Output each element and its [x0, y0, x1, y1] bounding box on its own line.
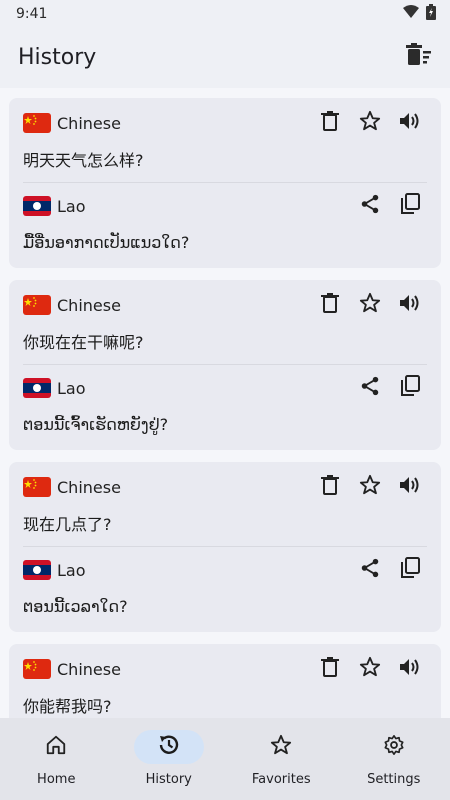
status-bar: 9:41: [0, 0, 450, 28]
share-icon: [359, 375, 381, 401]
nav-label-history: History: [145, 772, 192, 787]
nav-label-home: Home: [37, 772, 76, 787]
delete-button[interactable]: [313, 288, 347, 322]
delete-button[interactable]: [313, 470, 347, 504]
history-card: Chinese 你现在在干嘛呢? Lao ຕອນນີ້ເຈົ້າເຮັດຫຍັງ…: [9, 280, 441, 450]
source-row: Chinese: [23, 470, 427, 504]
nav-label-favorites: Favorites: [251, 772, 311, 787]
divider: [23, 182, 427, 183]
history-icon: [157, 733, 181, 761]
star-icon: [270, 734, 292, 760]
nav-icon-container: [359, 730, 429, 764]
share-button[interactable]: [353, 371, 387, 405]
favorite-button[interactable]: [353, 470, 387, 504]
speak-button[interactable]: [393, 106, 427, 140]
copy-icon: [400, 375, 420, 401]
target-language-label: Lao: [57, 378, 86, 398]
copy-icon: [400, 557, 420, 583]
divider: [23, 546, 427, 547]
china-flag-icon: [23, 295, 51, 315]
target-row: Lao: [23, 189, 427, 223]
history-list[interactable]: Chinese 明天天气怎么样? Lao ມື້ອື່ນອາກາດເປັນແນວ…: [0, 88, 450, 718]
favorite-button[interactable]: [353, 652, 387, 686]
source-row: Chinese: [23, 652, 427, 686]
nav-item-history[interactable]: History: [113, 718, 226, 800]
target-language-label: Lao: [57, 560, 86, 580]
target-text: ຕອນນີ້ເຈົ້າເຮັດຫຍັງຢູ່?: [23, 414, 169, 434]
copy-icon: [400, 193, 420, 219]
source-language-label: Chinese: [57, 477, 121, 497]
history-card: Chinese 你能帮我吗?: [9, 644, 441, 718]
nav-icon-container: [246, 730, 316, 764]
trash-icon: [321, 293, 339, 317]
bottom-nav: Home History Favorites Settings: [0, 718, 450, 800]
source-text: 你现在在干嘛呢?: [23, 333, 144, 352]
favorite-button[interactable]: [353, 106, 387, 140]
trash-icon: [321, 111, 339, 135]
trash-icon: [321, 475, 339, 499]
share-button[interactable]: [353, 189, 387, 223]
source-language-label: Chinese: [57, 113, 121, 133]
target-language-label: Lao: [57, 196, 86, 216]
delete-button[interactable]: [313, 652, 347, 686]
page-title: History: [18, 44, 97, 70]
copy-button[interactable]: [393, 189, 427, 223]
source-row: Chinese: [23, 106, 427, 140]
star-outline-icon: [359, 656, 381, 682]
app-bar: History: [0, 28, 450, 86]
source-language-label: Chinese: [57, 295, 121, 315]
divider: [23, 364, 427, 365]
share-button[interactable]: [353, 553, 387, 587]
share-icon: [359, 557, 381, 583]
history-card: Chinese 明天天气怎么样? Lao ມື້ອື່ນອາກາດເປັນແນວ…: [9, 98, 441, 268]
speak-button[interactable]: [393, 652, 427, 686]
nav-item-home[interactable]: Home: [0, 718, 113, 800]
speak-button[interactable]: [393, 470, 427, 504]
source-language-label: Chinese: [57, 659, 121, 679]
speaker-icon: [399, 475, 421, 499]
nav-icon-container-active: [133, 730, 204, 764]
speaker-icon: [399, 657, 421, 681]
laos-flag-icon: [23, 196, 51, 216]
clear-history-button[interactable]: [402, 40, 436, 74]
speaker-icon: [399, 293, 421, 317]
nav-item-favorites[interactable]: Favorites: [225, 718, 338, 800]
copy-button[interactable]: [393, 553, 427, 587]
nav-icon-container: [21, 730, 91, 764]
source-text: 现在几点了?: [23, 515, 112, 534]
delete-button[interactable]: [313, 106, 347, 140]
home-icon: [45, 734, 67, 760]
share-icon: [359, 193, 381, 219]
target-text: ມື້ອື່ນອາກາດເປັນແນວໃດ?: [23, 232, 190, 252]
china-flag-icon: [23, 477, 51, 497]
nav-label-settings: Settings: [367, 772, 421, 787]
target-text: ຕອນນີ້ເວລາໃດ?: [23, 596, 128, 616]
trash-icon: [321, 657, 339, 681]
china-flag-icon: [23, 659, 51, 679]
status-time: 9:41: [16, 6, 48, 22]
laos-flag-icon: [23, 560, 51, 580]
favorite-button[interactable]: [353, 288, 387, 322]
nav-item-settings[interactable]: Settings: [338, 718, 450, 800]
star-outline-icon: [359, 474, 381, 500]
star-outline-icon: [359, 110, 381, 136]
copy-button[interactable]: [393, 371, 427, 405]
delete-sweep-icon: [406, 43, 432, 71]
source-row: Chinese: [23, 288, 427, 322]
target-row: Lao: [23, 371, 427, 405]
wifi-icon: [402, 5, 420, 23]
laos-flag-icon: [23, 378, 51, 398]
source-text: 明天天气怎么样?: [23, 151, 144, 170]
battery-icon: [426, 4, 436, 24]
star-outline-icon: [359, 292, 381, 318]
history-card: Chinese 现在几点了? Lao ຕອນນີ້ເວລາໃດ?: [9, 462, 441, 632]
speaker-icon: [399, 111, 421, 135]
target-row: Lao: [23, 553, 427, 587]
status-icons: [402, 4, 436, 24]
gear-icon: [383, 734, 405, 760]
speak-button[interactable]: [393, 288, 427, 322]
china-flag-icon: [23, 113, 51, 133]
source-text: 你能帮我吗?: [23, 697, 112, 716]
